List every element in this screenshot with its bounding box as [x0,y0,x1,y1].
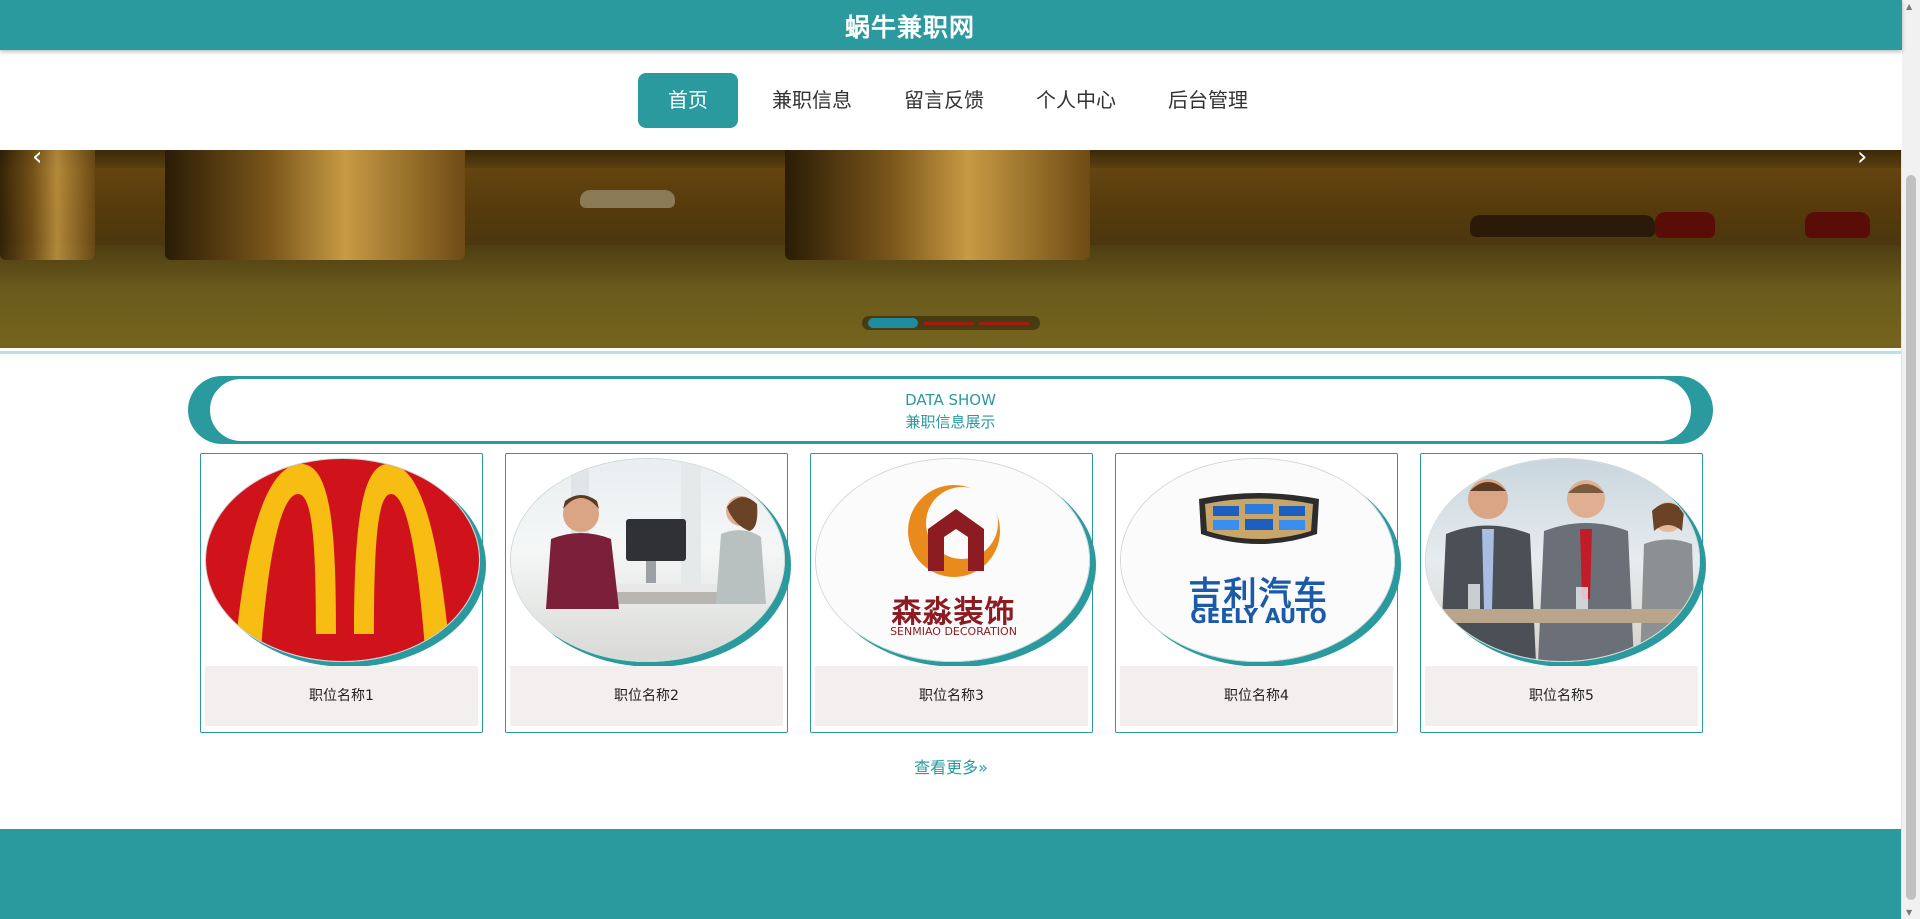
office-meeting-illustration [546,459,766,609]
job-name: 职位名称3 [815,666,1088,726]
banner-pier [0,150,95,260]
job-card[interactable]: 职位名称2 [505,453,788,733]
banner-water [0,245,1902,348]
banner-boat [1470,215,1655,237]
page-footer [0,829,1902,919]
section-title-zh: 兼职信息展示 [905,413,996,431]
job-card[interactable]: 森淼装饰 SENMIAO DECORATION 职位名称3 [810,453,1093,733]
carousel-indicators [862,316,1040,330]
scrollbar-thumb[interactable] [1906,175,1916,900]
scroll-up-icon[interactable]: ▲ [1906,2,1912,11]
site-title: 蜗牛兼职网 [844,13,975,42]
nav-item-admin[interactable]: 后台管理 [1152,73,1264,128]
nav-item-feedback[interactable]: 留言反馈 [888,73,1000,128]
job-card[interactable]: 职位名称5 [1420,453,1703,733]
banner-prev-icon[interactable]: ‹ [32,150,42,172]
nav-item-profile[interactable]: 个人中心 [1020,73,1132,128]
job-image-office-meeting-photo [510,458,785,662]
carousel-dot[interactable] [868,318,918,328]
main-nav: 首页 兼职信息 留言反馈 个人中心 后台管理 [0,50,1902,150]
banner-next-icon[interactable]: › [1857,150,1867,172]
section-header: DATA SHOW 兼职信息展示 [188,376,1713,444]
job-image-business-people-photo [1425,458,1700,662]
banner-carousel[interactable]: ‹ › [0,150,1902,348]
section-header-inner: DATA SHOW 兼职信息展示 [209,378,1692,442]
mcdonalds-arches-icon [234,464,451,661]
job-card-list: 职位名称1 职位名称2 森淼装饰 SENMIAO DECORATION 职位名称… [200,453,1705,735]
job-name: 职位名称1 [205,666,478,726]
senmiao-logo-subtext: SENMIAO DECORATION [890,625,1017,638]
job-image-mcdonalds-logo [205,458,480,662]
nav-item-jobs[interactable]: 兼职信息 [756,73,868,128]
geely-logo-subtext: GEELY AUTO [1190,604,1327,628]
carousel-dot[interactable] [924,321,974,325]
vertical-scrollbar[interactable]: ▲ ▼ [1901,0,1920,919]
nav-item-home[interactable]: 首页 [638,73,738,128]
banner-pier [165,150,465,260]
section-title-en: DATA SHOW [905,391,996,409]
banner-divider [0,351,1902,354]
scroll-down-icon[interactable]: ▼ [1906,908,1912,917]
job-name: 职位名称5 [1425,666,1698,726]
job-name: 职位名称4 [1120,666,1393,726]
job-image-geely-auto-logo: 吉利汽车 GEELY AUTO [1120,458,1395,662]
view-more-link[interactable]: 查看更多» [0,754,1902,778]
job-name: 职位名称2 [510,666,783,726]
top-header-bar: 蜗牛兼职网 [0,0,1902,50]
banner-boat [1655,212,1715,238]
banner-pier [785,150,1090,260]
banner-boat [1805,212,1870,238]
business-people-illustration [1436,479,1699,661]
carousel-dot[interactable] [979,321,1029,325]
geely-emblem-icon [1199,493,1319,544]
job-image-senmiao-decoration-logo: 森淼装饰 SENMIAO DECORATION [815,458,1090,662]
job-card[interactable]: 吉利汽车 GEELY AUTO 职位名称4 [1115,453,1398,733]
banner-boat [580,190,675,208]
nav-items: 首页 兼职信息 留言反馈 个人中心 后台管理 [638,73,1284,128]
job-card[interactable]: 职位名称1 [200,453,483,733]
